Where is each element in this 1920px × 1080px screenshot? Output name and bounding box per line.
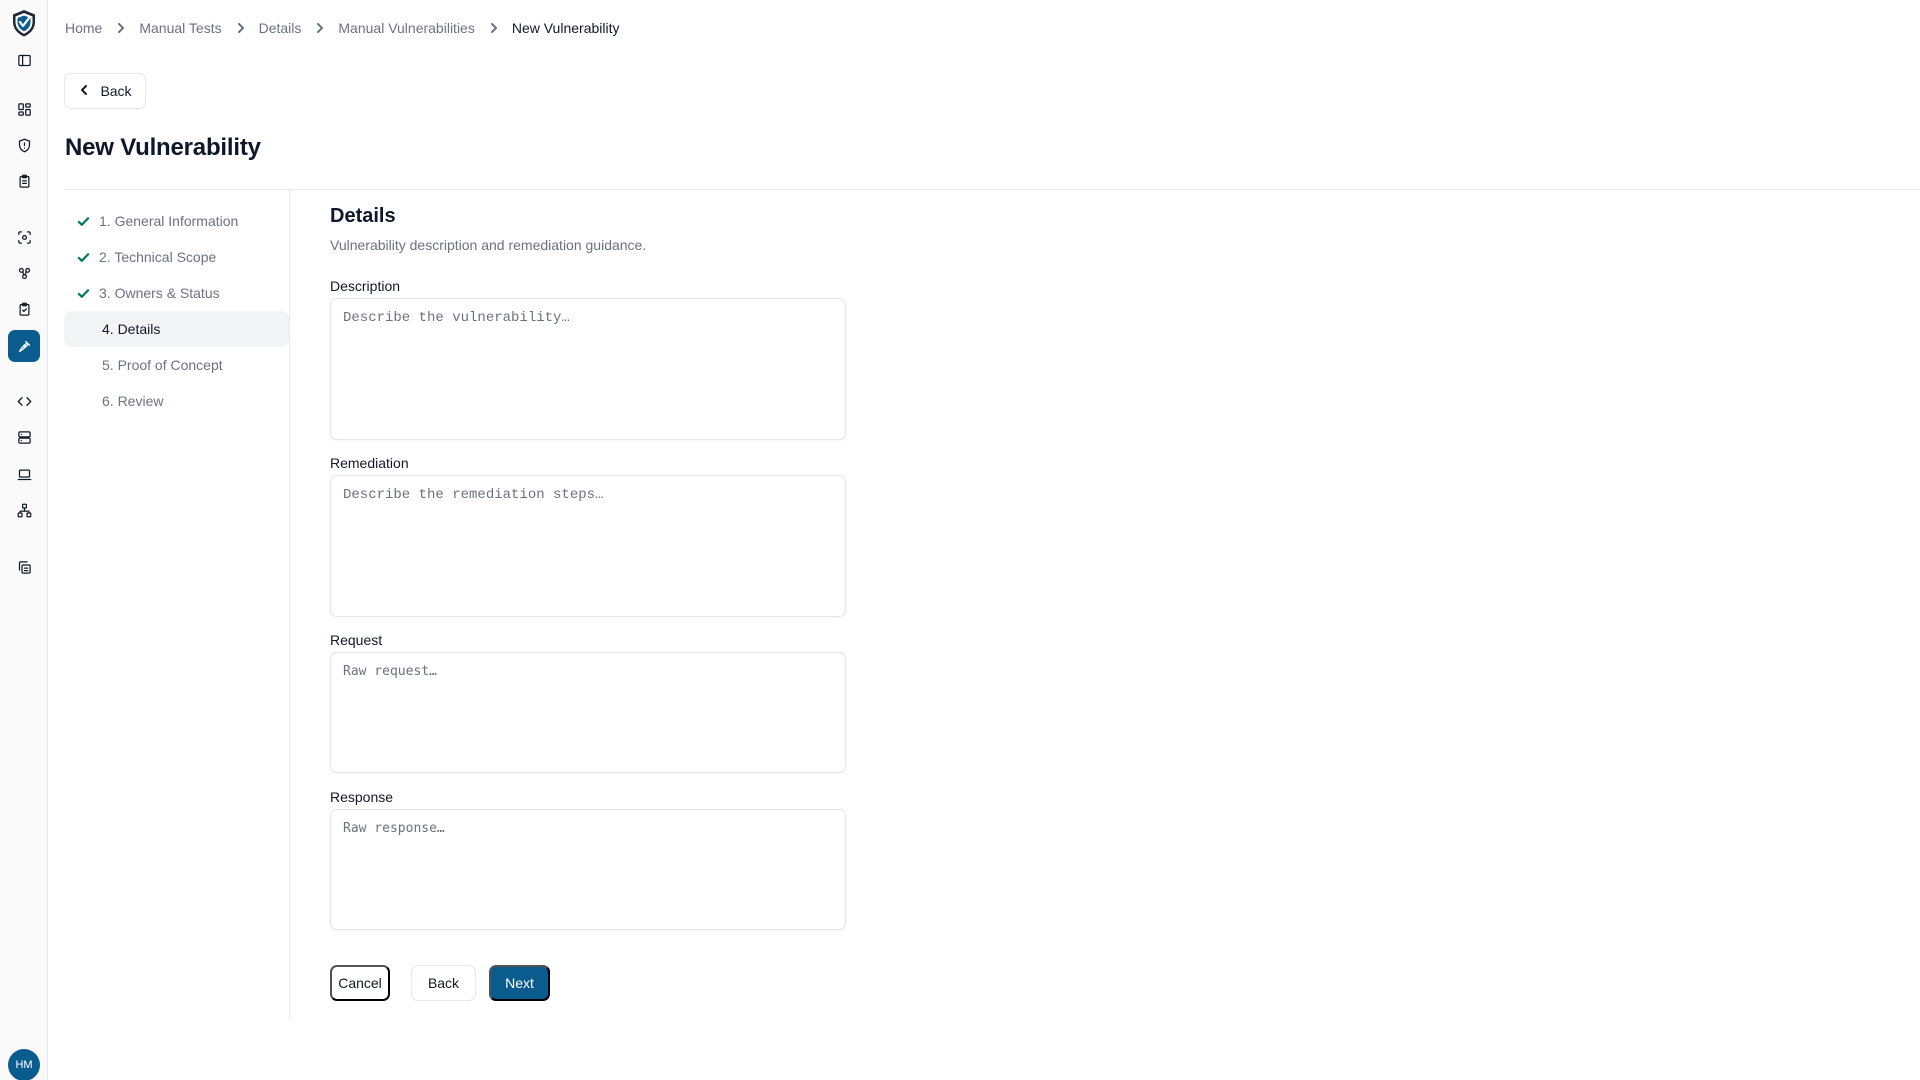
description-label: Description xyxy=(330,278,401,294)
code-icon[interactable] xyxy=(8,385,40,417)
step-details[interactable]: 4. Details xyxy=(64,311,289,347)
chevron-left-icon xyxy=(78,83,90,99)
response-label: Response xyxy=(330,789,394,805)
integrations-icon[interactable] xyxy=(8,257,40,289)
check-icon xyxy=(77,287,90,300)
manual-tests-icon[interactable] xyxy=(8,330,40,362)
section-subtitle: Vulnerability description and remediatio… xyxy=(330,237,647,253)
copy-docs-icon[interactable] xyxy=(8,551,40,583)
cancel-button[interactable]: Cancel xyxy=(330,965,390,1001)
check-icon xyxy=(77,251,90,264)
step-label: 4. Details xyxy=(102,321,161,337)
left-rail: HM xyxy=(0,0,48,1080)
section-title: Details xyxy=(330,205,396,227)
step-label: 3. Owners & Status xyxy=(99,285,220,301)
dashboard-grid-icon[interactable] xyxy=(8,93,40,125)
step-label: 2. Technical Scope xyxy=(99,249,217,265)
breadcrumb-manual-tests[interactable]: Manual Tests xyxy=(139,20,221,36)
next-button[interactable]: Next xyxy=(489,965,550,1001)
check-icon xyxy=(77,215,90,228)
back-step-button[interactable]: Back xyxy=(411,965,476,1001)
chevron-right-icon xyxy=(315,23,325,33)
sidebar-toggle-icon[interactable] xyxy=(8,44,40,76)
response-input[interactable] xyxy=(330,809,846,930)
step-technical-scope[interactable]: 2. Technical Scope xyxy=(64,239,289,275)
chevron-right-icon xyxy=(489,23,499,33)
step-general-information[interactable]: 1. General Information xyxy=(64,203,289,239)
header-divider xyxy=(64,189,1920,190)
shield-alert-icon[interactable] xyxy=(8,129,40,161)
remediation-label: Remediation xyxy=(330,455,409,471)
user-avatar[interactable]: HM xyxy=(8,1049,40,1080)
step-review[interactable]: 6. Review xyxy=(64,383,289,419)
scan-icon[interactable] xyxy=(8,221,40,253)
chevron-right-icon xyxy=(116,23,126,33)
step-label: 6. Review xyxy=(102,393,164,409)
description-input[interactable] xyxy=(330,298,846,440)
request-input[interactable] xyxy=(330,652,846,773)
breadcrumb-home[interactable]: Home xyxy=(65,20,102,36)
back-button-label: Back xyxy=(100,83,132,99)
network-icon[interactable] xyxy=(8,494,40,526)
clipboard-list-icon[interactable] xyxy=(8,165,40,197)
step-proof-of-concept[interactable]: 5. Proof of Concept xyxy=(64,347,289,383)
step-label: 5. Proof of Concept xyxy=(102,357,223,373)
chevron-right-icon xyxy=(236,23,246,33)
step-label: 1. General Information xyxy=(99,213,239,229)
request-label: Request xyxy=(330,632,383,648)
laptop-icon[interactable] xyxy=(8,458,40,490)
page-title: New Vulnerability xyxy=(65,134,261,161)
server-icon[interactable] xyxy=(8,421,40,453)
breadcrumb-details[interactable]: Details xyxy=(259,20,302,36)
step-owners-status[interactable]: 3. Owners & Status xyxy=(64,275,289,311)
breadcrumb-manual-vulnerabilities[interactable]: Manual Vulnerabilities xyxy=(338,20,474,36)
back-button[interactable]: Back xyxy=(64,73,146,109)
breadcrumb-current: New Vulnerability xyxy=(511,20,620,36)
breadcrumb: Home Manual Tests Details Manual Vulnera… xyxy=(65,20,619,36)
clipboard-check-icon[interactable] xyxy=(8,293,40,325)
wizard-steps: 1. General Information 2. Technical Scop… xyxy=(64,190,290,1018)
shield-logo-icon[interactable] xyxy=(8,7,40,39)
remediation-input[interactable] xyxy=(330,475,846,617)
